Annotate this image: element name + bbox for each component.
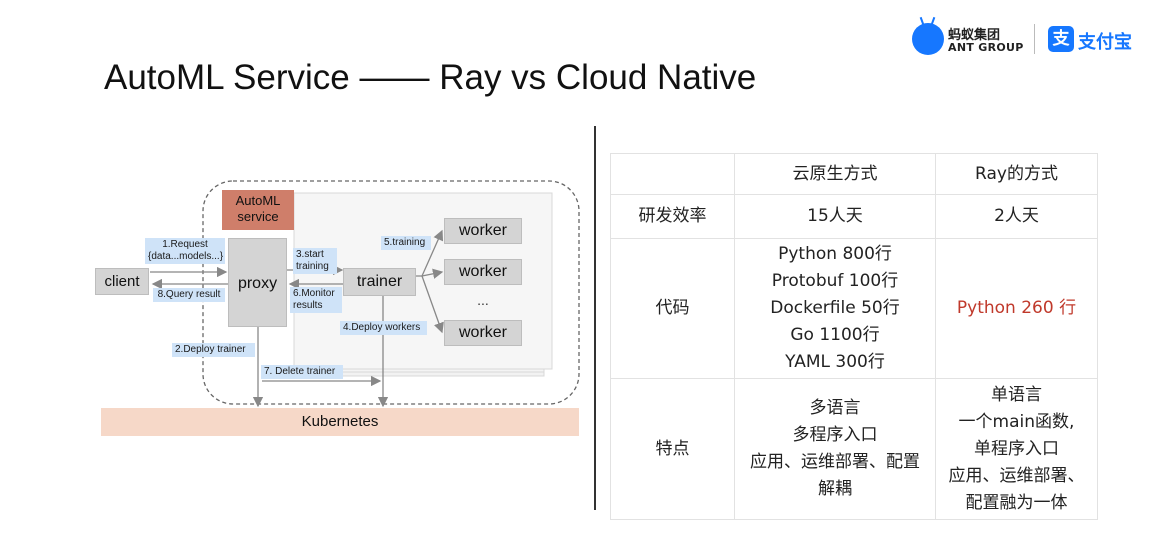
cell-line: 应用、运维部署、 [948, 465, 1085, 486]
cell-line: Python 800行 [778, 244, 892, 264]
alipay-logo-icon: 支 [1048, 26, 1074, 52]
row-label: 特点 [610, 378, 735, 520]
cell-line: 一个main函数, [958, 411, 1075, 432]
table-header-row: 云原生方式 Ray的方式 [610, 153, 1098, 195]
table-row: 研发效率 15人天 2人天 [610, 194, 1098, 239]
cell-line: 多程序入口 [792, 425, 878, 445]
row-label: 代码 [610, 238, 735, 379]
header-cell: 云原生方式 [734, 153, 936, 195]
header-cell: Ray的方式 [935, 153, 1098, 195]
cell-line-highlight: Python 260 行 [956, 298, 1077, 318]
automl-service-box: AutoML service [222, 190, 294, 230]
edge-label-start-training: 3.start training [293, 248, 337, 274]
cell-line: 应用、运维部署、配置 [750, 452, 920, 472]
cell-line: 多语言 [809, 398, 861, 418]
table-row: 特点 多语言 多程序入口 应用、运维部署、配置 解耦 单语言 一个main函数,… [610, 378, 1098, 520]
cloud-native-cell: 15人天 [734, 194, 936, 239]
page-title: AutoML Service —— Ray vs Cloud Native [104, 58, 757, 97]
cell-line: Protobuf 100行 [771, 271, 899, 291]
cell-line: 配置融为一体 [965, 492, 1068, 513]
logo-separator [1034, 24, 1035, 54]
brand-logos: 蚂蚁集团 ANT GROUP 支 支付宝 [912, 20, 1137, 60]
cloud-native-cell: 多语言 多程序入口 应用、运维部署、配置 解耦 [734, 378, 936, 520]
architecture-diagram: AutoML service client proxy trainer work… [0, 110, 594, 551]
table-row: 代码 Python 800行 Protobuf 100行 Dockerfile … [610, 238, 1098, 379]
cell-line: 2人天 [994, 206, 1039, 226]
comparison-table: 云原生方式 Ray的方式 研发效率 15人天 2人天 代码 Python 800… [610, 153, 1098, 520]
ray-cell: 单语言 一个main函数, 单程序入口 应用、运维部署、 配置融为一体 [935, 378, 1098, 520]
ray-cell: 2人天 [935, 194, 1098, 239]
cell-line: 单程序入口 [974, 438, 1059, 459]
edge-label-query-result: 8.Query result [153, 288, 225, 302]
edge-label-delete-trainer: 7. Delete trainer [261, 365, 343, 379]
kubernetes-bar: Kubernetes [101, 408, 579, 436]
edge-label-training: 5.training [381, 236, 431, 250]
cell-line: 解耦 [818, 479, 852, 499]
cell-line: YAML 300行 [785, 352, 885, 372]
client-node: client [95, 268, 149, 295]
worker-node: worker [444, 218, 522, 244]
edge-label-monitor-results: 6.Monitor results [290, 287, 342, 313]
ant-logo-icon [912, 23, 944, 55]
worker-node: worker [444, 320, 522, 346]
cell-line: 单语言 [991, 384, 1042, 405]
cell-line: Go 1100行 [790, 325, 880, 345]
cell-line: 15人天 [807, 206, 863, 226]
cloud-native-cell: Python 800行 Protobuf 100行 Dockerfile 50行… [734, 238, 936, 379]
worker-node: worker [444, 259, 522, 285]
proxy-node: proxy [228, 238, 287, 327]
row-label: 研发效率 [610, 194, 735, 239]
alipay-cn: 支付宝 [1078, 32, 1132, 53]
edge-label-deploy-trainer: 2.Deploy trainer [172, 343, 255, 357]
cell-line: Dockerfile 50行 [770, 298, 900, 318]
edge-label-request: 1.Request {data...models...} [145, 238, 225, 264]
header-cell [610, 153, 735, 195]
edge-label-deploy-workers: 4.Deploy workers [340, 321, 427, 335]
ray-cell: Python 260 行 [935, 238, 1098, 379]
vertical-divider [594, 126, 596, 510]
ant-group-en: ANT GROUP [948, 41, 1024, 54]
trainer-node: trainer [343, 268, 416, 296]
worker-ellipsis: ... [477, 292, 489, 308]
